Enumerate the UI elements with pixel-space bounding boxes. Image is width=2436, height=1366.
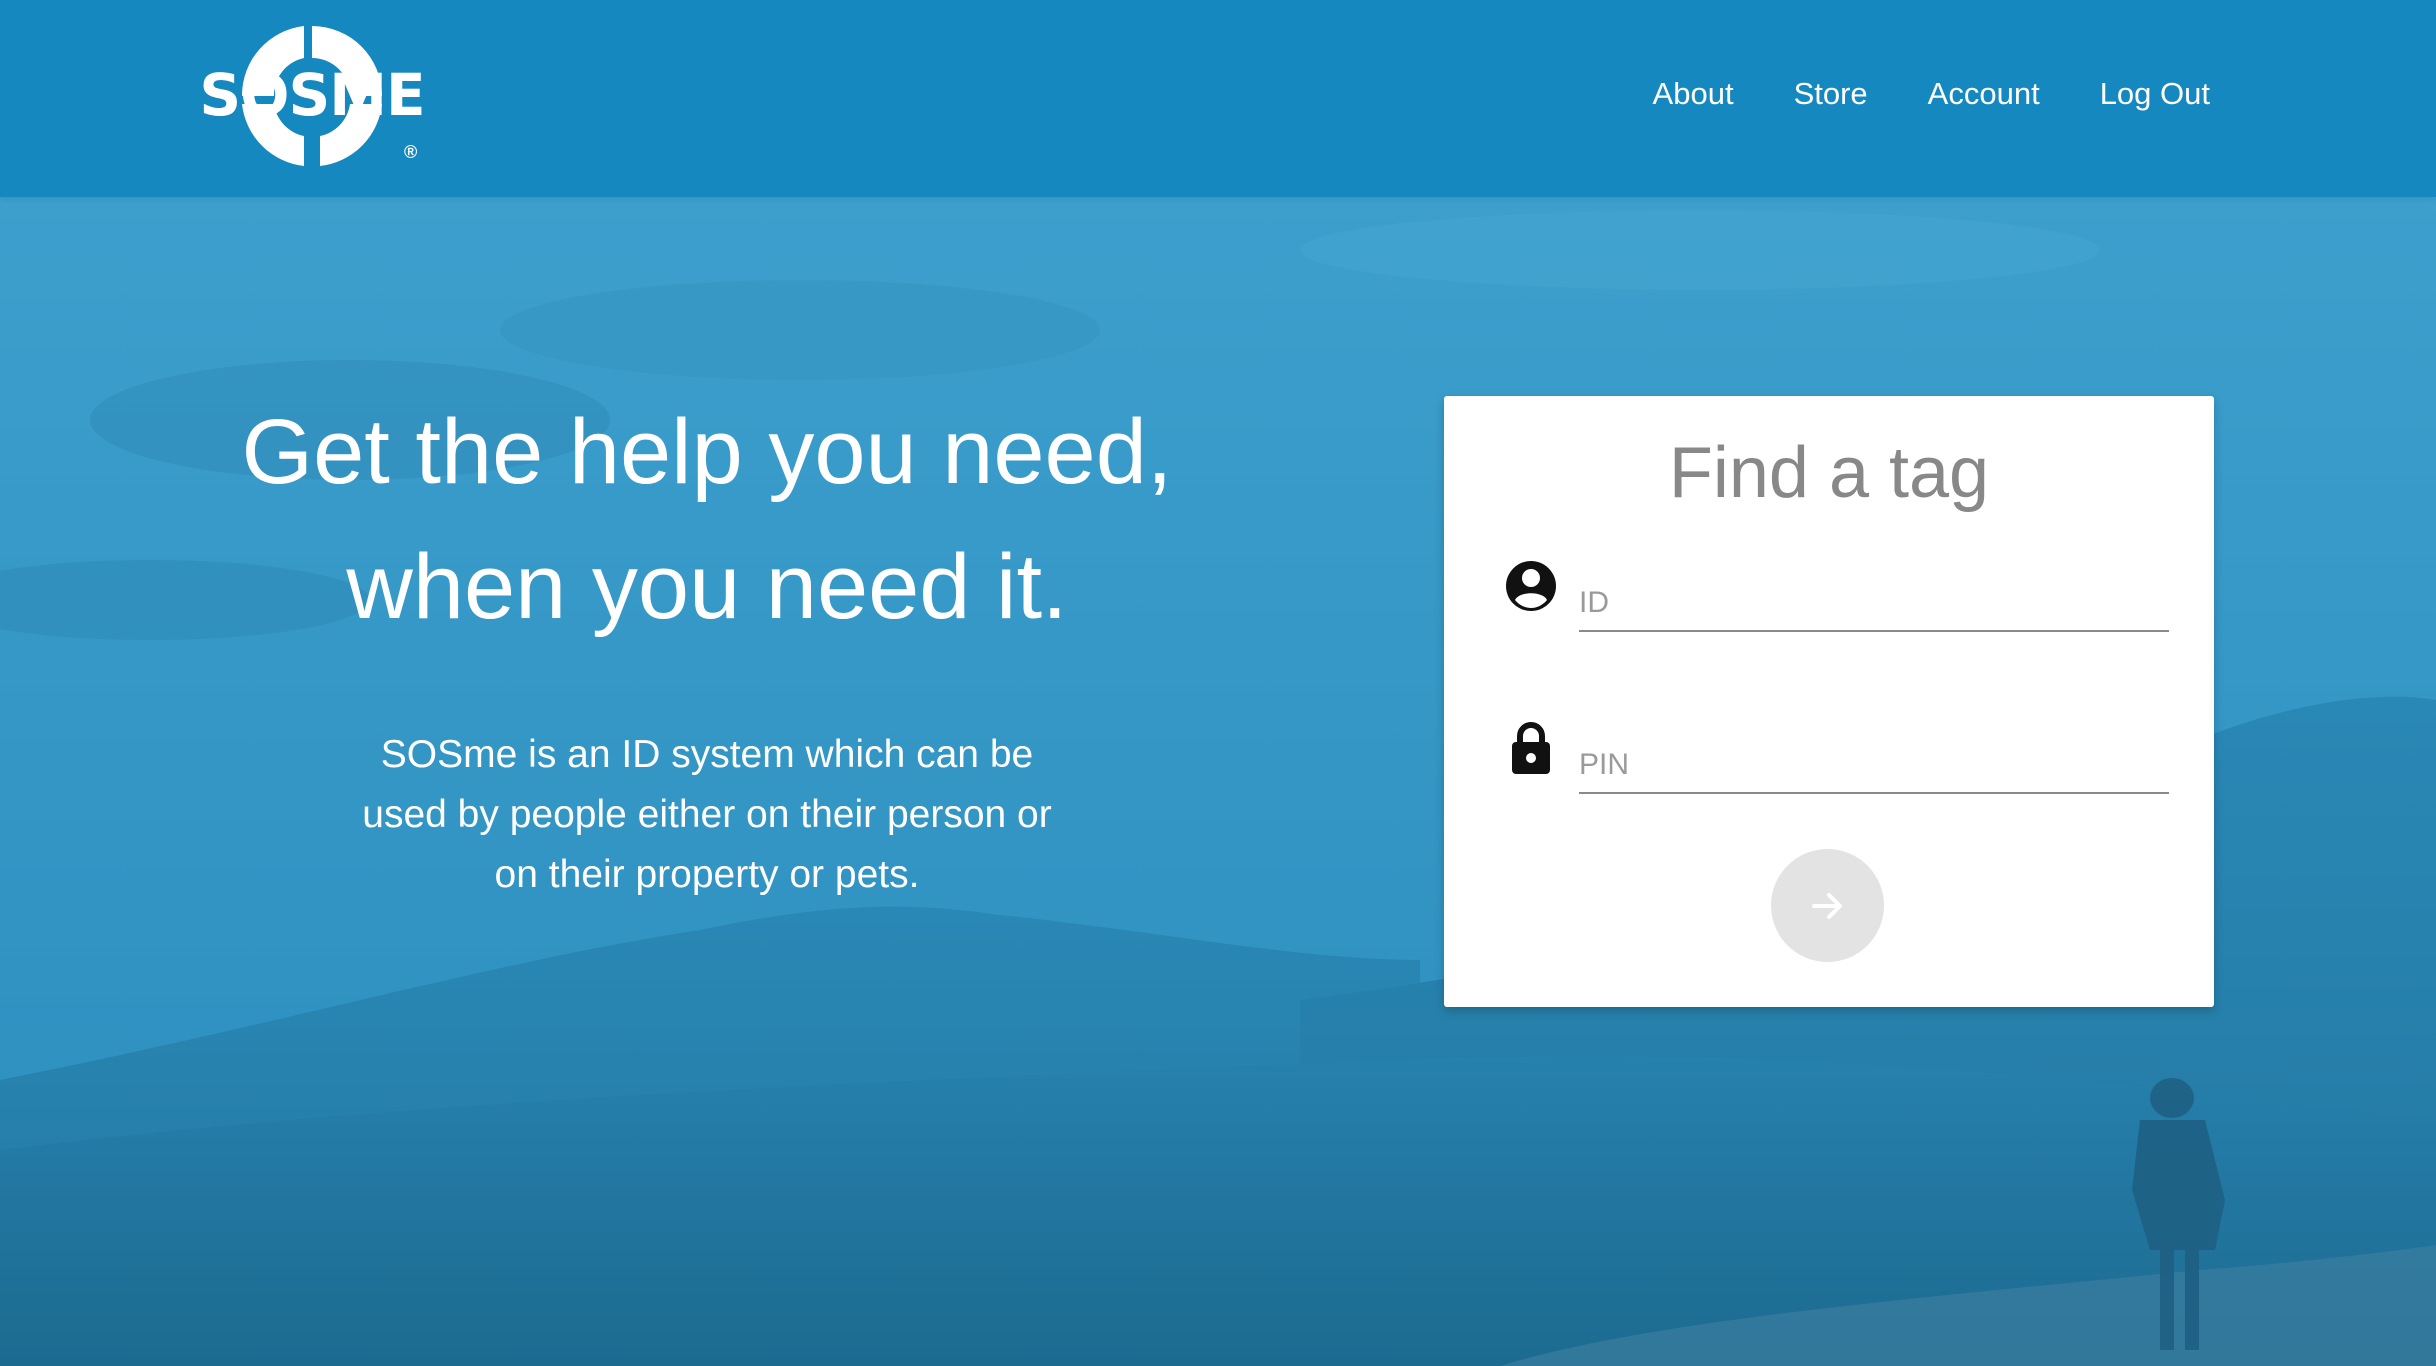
id-input[interactable] (1579, 548, 2169, 632)
pin-field-group (1506, 710, 2169, 800)
find-tag-card: Find a tag (1444, 396, 2214, 1007)
account-circle-icon (1506, 561, 1556, 611)
lock-icon (1512, 722, 1550, 774)
hero-title-line-2: when you need it. (346, 536, 1068, 638)
nav-account-link[interactable]: Account (1928, 76, 2040, 112)
registered-mark: ® (404, 142, 418, 162)
pin-input[interactable] (1579, 710, 2169, 794)
top-header: SOSME ® About Store Account Log Out (0, 0, 2436, 197)
nav-about-link[interactable]: About (1653, 76, 1734, 112)
find-tag-title: Find a tag (1668, 433, 1990, 513)
hero-description: SOSme is an ID system which can be used … (362, 733, 1052, 896)
nav-logout-link[interactable]: Log Out (2100, 76, 2210, 112)
arrow-right-icon (1811, 892, 1842, 919)
hero-section: Get the help you need, when you need it.… (200, 385, 1214, 905)
id-field-group (1506, 548, 2169, 638)
nav-store-link[interactable]: Store (1794, 76, 1868, 112)
main-nav: About Store Account Log Out (1653, 76, 2210, 112)
page: SOSME ® About Store Account Log Out Get … (0, 0, 2436, 1366)
hero-title-line-1: Get the help you need, (241, 401, 1173, 503)
submit-button[interactable] (1771, 849, 1884, 962)
sosme-logo[interactable]: SOSME ® (192, 24, 437, 169)
logo-wordmark: SOSME (199, 61, 425, 129)
hero-title: Get the help you need, when you need it. (200, 385, 1214, 655)
